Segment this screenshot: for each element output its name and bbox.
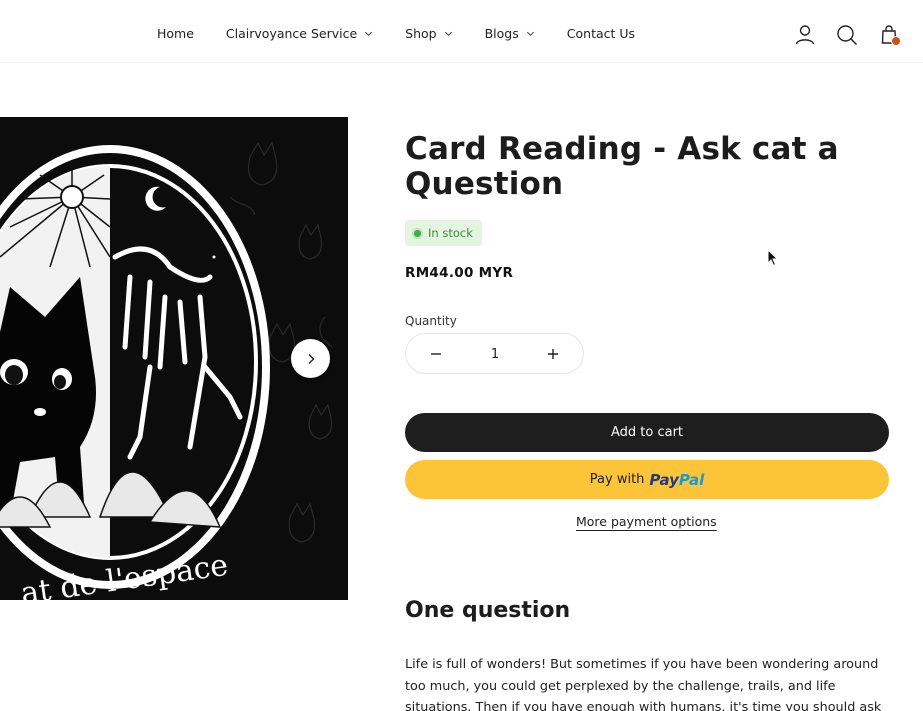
stock-badge: In stock bbox=[405, 220, 482, 246]
plus-icon bbox=[548, 348, 558, 359]
site-header: Home Clairvoyance Service Shop Blogs Con… bbox=[0, 0, 923, 63]
main-nav: Home Clairvoyance Service Shop Blogs Con… bbox=[157, 26, 667, 41]
product-image[interactable]: at de l'espace bbox=[0, 117, 348, 600]
nav-item-label: Clairvoyance Service bbox=[225, 26, 358, 41]
mouse-cursor-icon bbox=[767, 249, 779, 267]
decrease-quantity-button[interactable] bbox=[414, 334, 458, 373]
stock-dot-icon bbox=[414, 229, 421, 237]
nav-item-shop[interactable]: Shop bbox=[405, 26, 452, 41]
nav-item-label: Shop bbox=[405, 26, 437, 41]
add-to-cart-button[interactable]: Add to cart bbox=[405, 413, 889, 452]
paypal-button[interactable]: Pay with PayPal bbox=[405, 460, 889, 499]
description-text: Life is full of wonders! But sometimes i… bbox=[405, 657, 882, 711]
nav-item-label: Blogs bbox=[484, 26, 519, 41]
quantity-input[interactable] bbox=[466, 344, 524, 364]
nav-item-contact-us[interactable]: Contact Us bbox=[567, 26, 635, 41]
nav-item-clairvoyance-service[interactable]: Clairvoyance Service bbox=[226, 26, 373, 41]
chevron-down-icon bbox=[365, 31, 373, 37]
description-heading: One question bbox=[405, 598, 571, 623]
quantity-stepper bbox=[405, 333, 584, 374]
pay-with-label: Pay with bbox=[589, 472, 645, 487]
nav-item-label: Home bbox=[157, 26, 194, 41]
stock-label: In stock bbox=[428, 226, 473, 240]
search-icon[interactable] bbox=[835, 23, 859, 47]
chevron-down-icon bbox=[444, 31, 452, 37]
nav-item-label: Contact Us bbox=[566, 26, 636, 41]
paypal-logo: PayPal bbox=[649, 470, 705, 489]
product-title: Card Reading - Ask cat a Question bbox=[405, 131, 839, 202]
product-price: RM44.00 MYR bbox=[405, 265, 514, 281]
next-image-button[interactable] bbox=[291, 339, 330, 378]
header-icons bbox=[793, 23, 923, 49]
more-payment-options-link[interactable]: More payment options bbox=[576, 514, 717, 529]
product-info: Card Reading - Ask cat a Question In sto… bbox=[405, 131, 889, 711]
nav-item-home[interactable]: Home bbox=[157, 26, 194, 41]
quantity-label: Quantity bbox=[405, 314, 457, 328]
add-to-cart-label: Add to cart bbox=[610, 425, 684, 440]
cart-count-dot bbox=[891, 36, 901, 46]
chevron-right-icon bbox=[308, 353, 314, 364]
minus-icon bbox=[431, 352, 441, 355]
chevron-down-icon bbox=[526, 31, 534, 37]
account-icon[interactable] bbox=[793, 23, 817, 47]
cart-icon[interactable] bbox=[878, 23, 902, 47]
increase-quantity-button[interactable] bbox=[531, 334, 575, 373]
nav-item-blogs[interactable]: Blogs bbox=[485, 26, 535, 41]
